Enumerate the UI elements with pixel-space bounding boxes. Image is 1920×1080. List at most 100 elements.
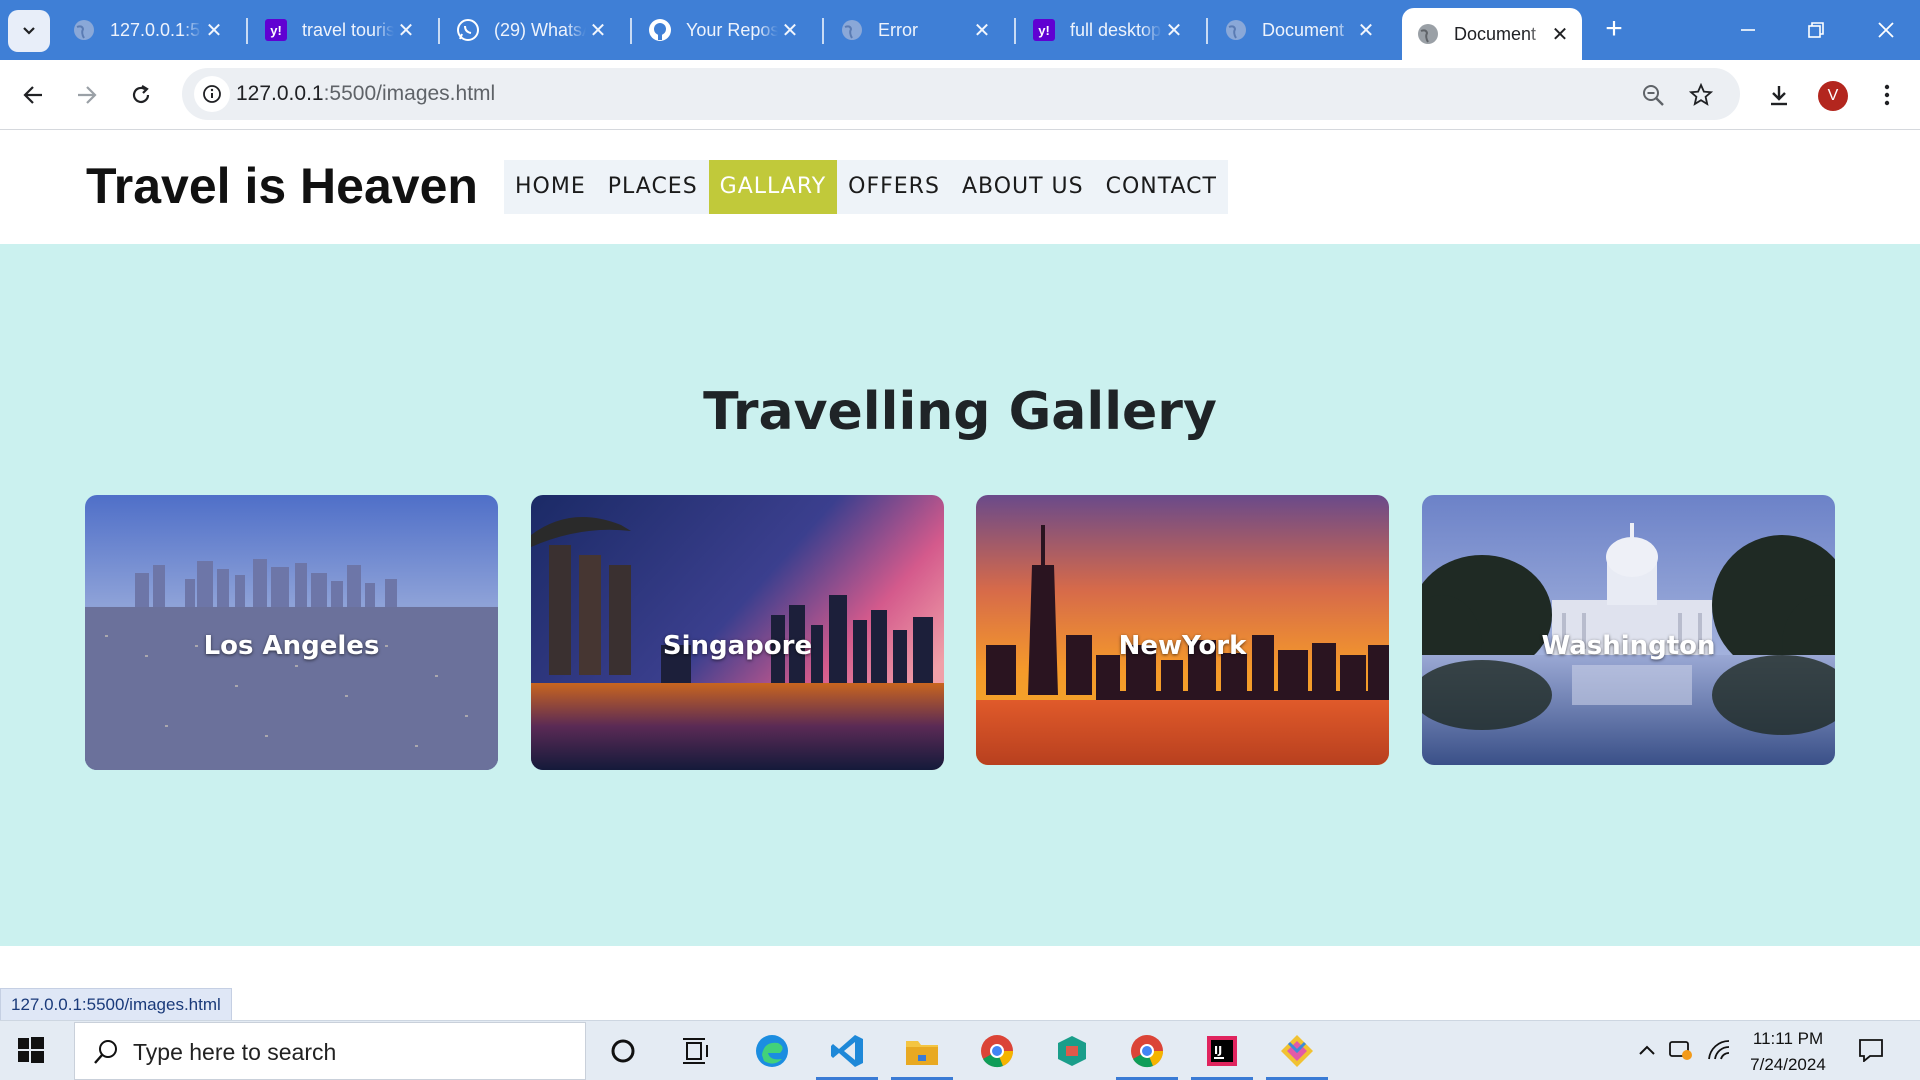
yahoo-icon: y! xyxy=(1032,18,1056,42)
chrome-icon[interactable] xyxy=(1127,1031,1167,1071)
browser-tab[interactable]: Your Repositories ✕ xyxy=(634,8,812,52)
browser-tab[interactable]: Error ✕ xyxy=(826,8,1004,52)
windows-taskbar: Type here to search IJ 11:11 PM 7/24/202… xyxy=(0,1020,1920,1080)
wifi-icon[interactable] xyxy=(1704,1035,1734,1065)
globe-icon xyxy=(72,18,96,42)
cortana-icon[interactable] xyxy=(603,1031,643,1071)
browser-tab[interactable]: y! full desktop screenshot ✕ xyxy=(1018,8,1196,52)
close-icon[interactable]: ✕ xyxy=(1354,18,1378,42)
download-icon[interactable] xyxy=(1760,76,1798,114)
windows-start-icon[interactable] xyxy=(18,1037,46,1065)
svg-text:y!: y! xyxy=(1038,23,1050,38)
file-explorer-icon[interactable] xyxy=(902,1031,942,1071)
site-info-icon[interactable] xyxy=(194,76,230,112)
globe-icon xyxy=(1224,18,1248,42)
show-hidden-icons-icon[interactable] xyxy=(1632,1035,1662,1065)
url-host: 127.0.0.1 xyxy=(236,82,324,105)
zoom-icon[interactable] xyxy=(1638,80,1668,110)
browser-tab-strip: 127.0.0.1:5500/places.html ✕ y! travel t… xyxy=(0,0,1920,60)
nav-places[interactable]: PLACES xyxy=(597,160,709,214)
tab-title: 127.0.0.1:5500/places.html xyxy=(110,19,202,40)
whatsapp-icon xyxy=(456,18,480,42)
edge-icon[interactable] xyxy=(752,1031,792,1071)
back-icon[interactable] xyxy=(14,76,52,114)
tab-title: Document xyxy=(1454,23,1537,44)
minimize-icon[interactable] xyxy=(1730,12,1766,48)
close-icon[interactable]: ✕ xyxy=(394,18,418,42)
notifications-icon[interactable] xyxy=(1856,1035,1886,1065)
clock-date: 7/24/2024 xyxy=(1750,1055,1826,1074)
app-icon[interactable] xyxy=(1052,1031,1092,1071)
newyork-image xyxy=(976,495,1389,765)
browser-tab[interactable]: 127.0.0.1:5500/places.html ✕ xyxy=(58,8,236,52)
tab-title: (29) WhatsApp xyxy=(494,19,586,40)
site-header: Travel is Heaven HOME PLACES GALLARY OFF… xyxy=(0,131,1920,244)
nav-offers[interactable]: OFFERS xyxy=(837,160,951,214)
card-label: Singapore xyxy=(662,631,813,661)
taskbar-clock[interactable]: 11:11 PM 7/24/2024 xyxy=(1740,1026,1836,1078)
card-label: Los Angeles xyxy=(203,631,380,661)
site-brand[interactable]: Travel is Heaven xyxy=(86,157,478,215)
tab-search-button[interactable] xyxy=(8,10,50,52)
close-icon[interactable]: ✕ xyxy=(1162,18,1186,42)
main-nav: HOME PLACES GALLARY OFFERS ABOUT US CONT… xyxy=(504,160,1228,214)
search-icon xyxy=(94,1040,117,1064)
nav-home[interactable]: HOME xyxy=(504,160,597,214)
close-icon[interactable]: ✕ xyxy=(778,18,802,42)
globe-icon xyxy=(1416,22,1440,46)
forward-icon[interactable] xyxy=(68,76,106,114)
taskbar-search-box[interactable]: Type here to search xyxy=(74,1022,586,1080)
tab-title: Document xyxy=(1262,19,1345,40)
nav-contact[interactable]: CONTACT xyxy=(1095,160,1228,214)
vscode-icon[interactable] xyxy=(827,1031,867,1071)
close-icon[interactable]: ✕ xyxy=(202,18,226,42)
card-label: Washington xyxy=(1541,631,1716,661)
svg-text:IJ: IJ xyxy=(1214,1044,1222,1057)
gallery-card-newyork[interactable]: NewYork xyxy=(976,495,1389,765)
battery-sync-icon[interactable] xyxy=(1666,1035,1696,1065)
url-text[interactable]: 127.0.0.1:5500/images.html xyxy=(236,82,495,106)
more-menu-icon[interactable] xyxy=(1868,76,1906,114)
search-placeholder: Type here to search xyxy=(133,1039,337,1065)
github-icon xyxy=(648,18,672,42)
tab-title: full desktop screenshot xyxy=(1070,19,1162,40)
close-icon[interactable]: ✕ xyxy=(970,18,994,42)
tab-title: Error xyxy=(878,19,918,40)
gallery-card-singapore[interactable]: Singapore xyxy=(531,495,944,770)
gallery-section: Travelling Gallery Los Angeles Singapore… xyxy=(0,244,1920,946)
gallery-card-los-angeles[interactable]: Los Angeles xyxy=(85,495,498,770)
gallery-card-washington[interactable]: Washington xyxy=(1422,495,1835,765)
restore-icon[interactable] xyxy=(1798,12,1834,48)
gallery-title: Travelling Gallery xyxy=(703,382,1217,442)
chevron-down-icon xyxy=(23,27,35,35)
task-view-icon[interactable] xyxy=(676,1031,716,1071)
svg-text:y!: y! xyxy=(270,23,282,38)
card-label: NewYork xyxy=(1118,631,1247,661)
browser-tab-active[interactable]: Document ✕ xyxy=(1402,8,1582,60)
close-window-icon[interactable] xyxy=(1868,12,1904,48)
globe-icon xyxy=(840,18,864,42)
yahoo-icon: y! xyxy=(264,18,288,42)
nav-gallary[interactable]: GALLARY xyxy=(708,160,838,214)
reload-icon[interactable] xyxy=(122,76,160,114)
browser-tab[interactable]: y! travel tourism website ✕ xyxy=(250,8,428,52)
close-icon[interactable]: ✕ xyxy=(586,18,610,42)
clock-time: 11:11 PM xyxy=(1752,1029,1824,1048)
git-icon[interactable] xyxy=(1277,1031,1317,1071)
status-bar-url: 127.0.0.1:5500/images.html xyxy=(0,988,232,1021)
intellij-icon[interactable]: IJ xyxy=(1202,1031,1242,1071)
browser-tab[interactable]: Document ✕ xyxy=(1210,8,1388,52)
address-bar[interactable]: 127.0.0.1:5500/images.html xyxy=(182,68,1740,120)
bookmark-star-icon[interactable] xyxy=(1686,80,1716,110)
tab-title: Your Repositories xyxy=(686,19,778,40)
washington-image xyxy=(1422,495,1835,765)
browser-tab[interactable]: (29) WhatsApp ✕ xyxy=(442,8,620,52)
tab-title: travel tourism website xyxy=(302,19,394,40)
nav-about-us[interactable]: ABOUT US xyxy=(951,160,1095,214)
url-path: :5500/images.html xyxy=(323,82,496,105)
profile-avatar[interactable]: V xyxy=(1818,81,1848,111)
browser-toolbar: 127.0.0.1:5500/images.html V xyxy=(0,60,1920,130)
close-icon[interactable]: ✕ xyxy=(1548,22,1572,46)
chrome-icon[interactable] xyxy=(977,1031,1017,1071)
new-tab-button[interactable]: + xyxy=(1598,14,1630,46)
